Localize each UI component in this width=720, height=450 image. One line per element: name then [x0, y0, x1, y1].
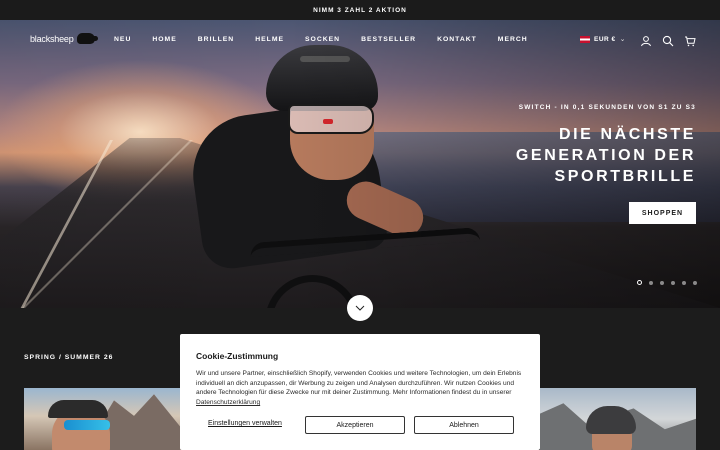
slider-dots	[637, 280, 697, 285]
shop-button[interactable]: SHOPPEN	[629, 202, 696, 224]
nav-item-bestseller[interactable]: BESTSELLER	[361, 36, 416, 43]
nav-item-brillen[interactable]: BRILLEN	[198, 36, 234, 43]
scroll-down-button[interactable]	[347, 295, 373, 321]
logo-text: blacksheep	[30, 33, 74, 44]
accept-button[interactable]: Akzeptieren	[305, 416, 405, 434]
hero-eyebrow: SWITCH - IN 0,1 SEKUNDEN VON S1 ZU S3	[518, 104, 696, 111]
hero-title-line: GENERATION DER	[515, 147, 696, 164]
nav-item-kontakt[interactable]: KONTAKT	[437, 36, 477, 43]
cookie-actions: Einstellungen verwalten Akzeptieren Able…	[196, 416, 526, 434]
privacy-policy-link[interactable]: Datenschutzerklärung	[196, 399, 260, 406]
chevron-down-icon	[355, 305, 365, 311]
hero-title-line: SPORTBRILLE	[554, 168, 696, 185]
cookie-body: Wir und unsere Partner, einschließlich S…	[196, 370, 522, 397]
cart-icon[interactable]	[684, 34, 696, 47]
main-nav: NEU HOME BRILLEN HELME SOCKEN BESTSELLER…	[114, 36, 549, 43]
cookie-consent-dialog: Cookie-Zustimmung Wir und unsere Partner…	[180, 334, 540, 450]
account-icon[interactable]	[640, 34, 652, 47]
austria-flag-icon	[580, 35, 590, 43]
announcement-bar: NIMM 3 ZAHL 2 AKTION	[0, 0, 720, 20]
nav-item-socken[interactable]: SOCKEN	[305, 36, 340, 43]
hero-title-line: DIE NÄCHSTE	[558, 126, 696, 143]
nav-item-merch[interactable]: MERCH	[498, 36, 528, 43]
nav-item-home[interactable]: HOME	[152, 36, 176, 43]
search-icon[interactable]	[662, 34, 674, 47]
slider-dot[interactable]	[649, 280, 653, 285]
hero-title: DIE NÄCHSTE GENERATION DER SPORTBRILLE	[466, 124, 696, 187]
product-card-image[interactable]	[24, 388, 182, 450]
announcement-text: NIMM 3 ZAHL 2 AKTION	[313, 6, 407, 14]
helmet-image	[586, 406, 636, 434]
cookie-text: Wir und unsere Partner, einschließlich S…	[196, 369, 524, 408]
product-card-image[interactable]	[540, 388, 696, 450]
currency-selector[interactable]: EUR € ⌄	[580, 35, 626, 43]
slider-dot[interactable]	[682, 280, 686, 285]
manage-settings-button[interactable]: Einstellungen verwalten	[208, 420, 282, 427]
chevron-down-icon: ⌄	[619, 36, 626, 43]
site-logo[interactable]: blacksheep	[30, 33, 98, 44]
sheep-logo-icon	[76, 33, 98, 44]
model-cap	[48, 400, 108, 418]
collection-label: SPRING / SUMMER 26	[24, 354, 114, 361]
cookie-title: Cookie-Zustimmung	[196, 351, 279, 361]
slider-dot[interactable]	[637, 280, 642, 285]
slider-dot[interactable]	[671, 280, 675, 285]
nav-item-neu[interactable]: NEU	[114, 36, 131, 43]
slider-dot[interactable]	[660, 280, 664, 285]
currency-label: EUR €	[594, 35, 616, 43]
nav-item-helme[interactable]: HELME	[255, 36, 284, 43]
slider-dot[interactable]	[693, 280, 697, 285]
decline-button[interactable]: Ablehnen	[414, 416, 514, 434]
sunglasses-image	[64, 420, 110, 430]
site-header: blacksheep NEU HOME BRILLEN HELME SOCKEN…	[0, 20, 720, 60]
